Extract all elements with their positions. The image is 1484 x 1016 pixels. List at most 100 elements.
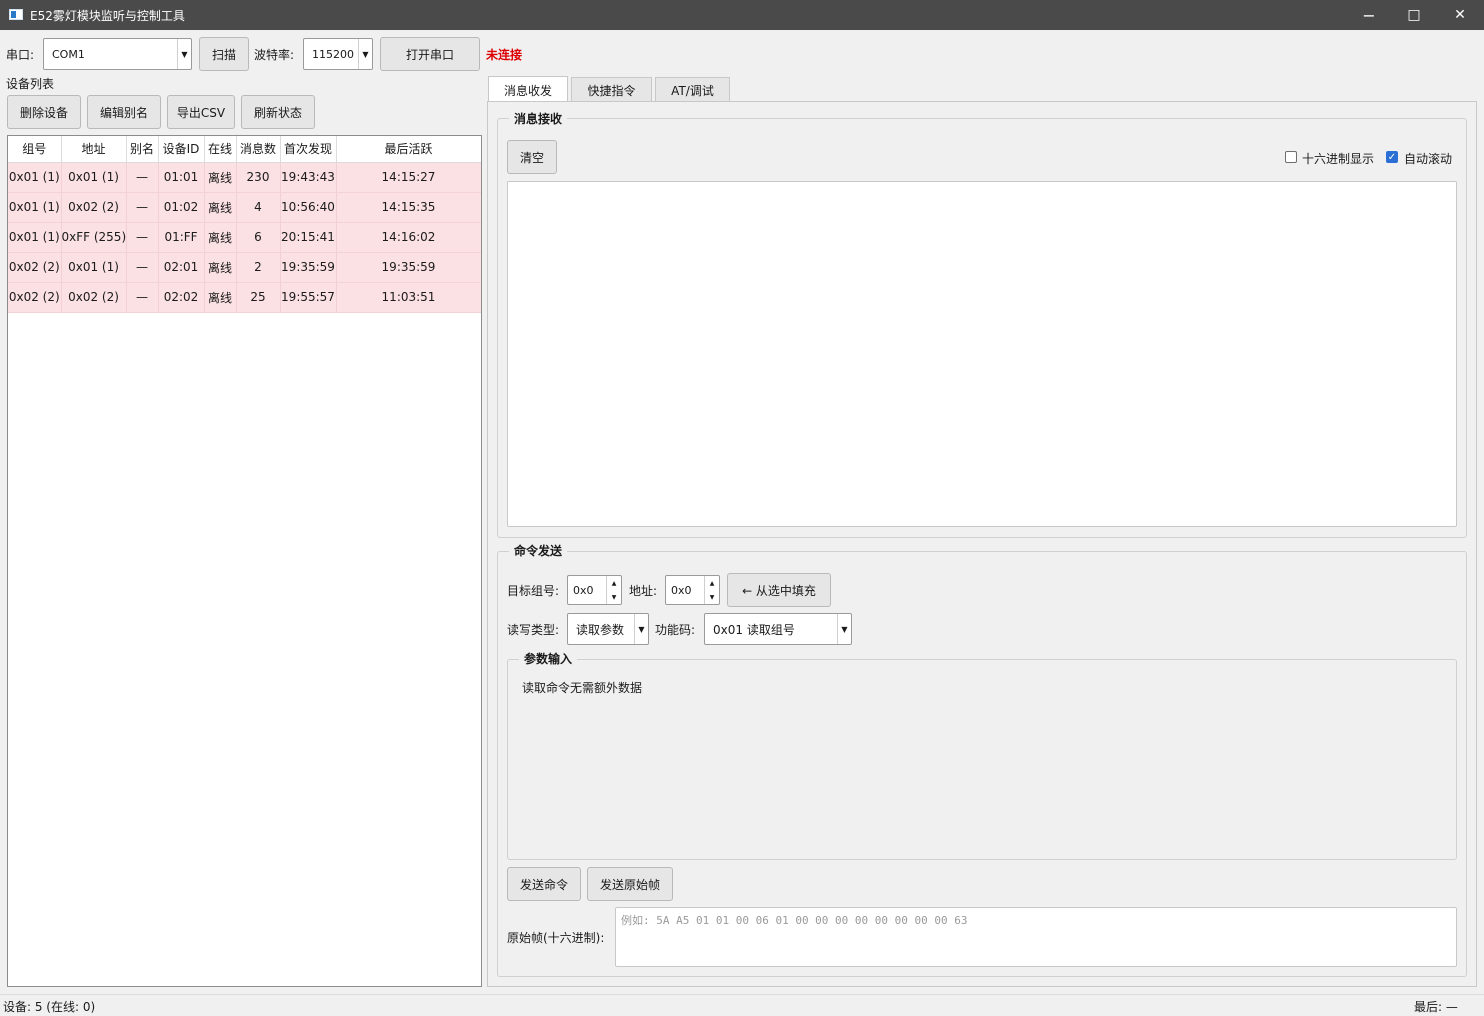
cell-first-seen: 20:15:41 bbox=[280, 222, 337, 253]
rw-type-select[interactable]: 读取参数 ▼ bbox=[567, 613, 649, 645]
param-hint: 读取命令无需额外数据 bbox=[522, 681, 643, 695]
cell-group: 0x01 (1) bbox=[8, 222, 62, 253]
cell-group: 0x02 (2) bbox=[8, 282, 62, 313]
column-header-first-seen[interactable]: 首次发现 bbox=[280, 136, 337, 163]
minimize-button[interactable]: − bbox=[1346, 0, 1392, 30]
address-label: 地址: bbox=[629, 584, 658, 598]
port-select-value: COM1 bbox=[52, 47, 85, 61]
cell-group: 0x02 (2) bbox=[8, 252, 62, 283]
hex-display-label: 十六进制显示 bbox=[1302, 152, 1375, 166]
target-group-label: 目标组号: bbox=[507, 584, 560, 598]
spin-down-icon[interactable]: ▼ bbox=[704, 590, 719, 604]
param-group bbox=[507, 659, 1457, 860]
baud-label: 波特率: bbox=[254, 48, 295, 62]
cell-address: 0xFF (255) bbox=[61, 222, 127, 253]
export-csv-button[interactable]: 导出CSV bbox=[167, 95, 235, 129]
cell-group: 0x01 (1) bbox=[8, 192, 62, 223]
rw-type-label: 读写类型: bbox=[507, 623, 560, 637]
chevron-down-icon: ▼ bbox=[177, 39, 191, 69]
cell-device-id: 01:02 bbox=[158, 192, 205, 223]
cell-address: 0x02 (2) bbox=[61, 282, 127, 313]
hex-display-checkbox[interactable] bbox=[1285, 151, 1297, 163]
table-row[interactable]: 0x01 (1) 0xFF (255) — 01:FF 离线 6 20:15:4… bbox=[8, 222, 481, 253]
cell-alias: — bbox=[126, 222, 159, 253]
table-row[interactable]: 0x01 (1) 0x02 (2) — 01:02 离线 4 10:56:40 … bbox=[8, 192, 481, 223]
port-select[interactable]: COM1 ▼ bbox=[43, 38, 192, 70]
target-group-value: 0x0 bbox=[573, 583, 594, 597]
status-device-count: 设备: 5 (在线: 0) bbox=[3, 1000, 96, 1014]
connection-status: 未连接 bbox=[486, 48, 523, 62]
open-port-button[interactable]: 打开串口 bbox=[380, 37, 480, 71]
cell-online: 离线 bbox=[204, 252, 237, 283]
raw-frame-label: 原始帧(十六进制): bbox=[507, 931, 605, 945]
raw-frame-input[interactable]: 例如: 5A A5 01 01 00 06 01 00 00 00 00 00 … bbox=[615, 907, 1457, 967]
target-group-spinbox[interactable]: 0x0 ▲ ▼ bbox=[567, 575, 622, 605]
column-header-online[interactable]: 在线 bbox=[204, 136, 237, 163]
param-group-title: 参数输入 bbox=[519, 650, 578, 667]
cell-msg-count: 4 bbox=[236, 192, 281, 223]
function-code-label: 功能码: bbox=[655, 623, 696, 637]
cell-last-active: 14:15:35 bbox=[336, 192, 481, 223]
cell-msg-count: 25 bbox=[236, 282, 281, 313]
port-label: 串口: bbox=[6, 48, 35, 62]
send-group-title: 命令发送 bbox=[509, 542, 568, 559]
address-spinbox[interactable]: 0x0 ▲ ▼ bbox=[665, 575, 720, 605]
chevron-down-icon: ▼ bbox=[358, 39, 372, 69]
receive-log[interactable] bbox=[507, 181, 1457, 527]
send-raw-frame-button[interactable]: 发送原始帧 bbox=[587, 867, 673, 901]
rw-type-value: 读取参数 bbox=[576, 622, 625, 637]
cell-msg-count: 2 bbox=[236, 252, 281, 283]
cell-device-id: 01:01 bbox=[158, 162, 205, 193]
tab-quick-commands[interactable]: 快捷指令 bbox=[571, 77, 652, 102]
column-header-msg-count[interactable]: 消息数 bbox=[236, 136, 281, 163]
device-table[interactable]: 组号 地址 别名 设备ID 在线 消息数 首次发现 最后活跃 0x01 (1) … bbox=[7, 135, 482, 987]
baud-select[interactable]: 115200 ▼ bbox=[303, 38, 373, 70]
column-header-group[interactable]: 组号 bbox=[8, 136, 62, 163]
maximize-button[interactable]: □ bbox=[1391, 0, 1437, 30]
chevron-down-icon: ▼ bbox=[634, 614, 648, 644]
send-command-button[interactable]: 发送命令 bbox=[507, 867, 581, 901]
edit-alias-button[interactable]: 编辑别名 bbox=[87, 95, 161, 129]
spin-down-icon[interactable]: ▼ bbox=[606, 590, 621, 604]
table-row[interactable]: 0x02 (2) 0x02 (2) — 02:02 离线 25 19:55:57… bbox=[8, 282, 481, 313]
cell-alias: — bbox=[126, 282, 159, 313]
table-row[interactable]: 0x02 (2) 0x01 (1) — 02:01 离线 2 19:35:59 … bbox=[8, 252, 481, 283]
refresh-status-button[interactable]: 刷新状态 bbox=[241, 95, 315, 129]
close-button[interactable]: ✕ bbox=[1437, 0, 1483, 30]
cell-first-seen: 10:56:40 bbox=[280, 192, 337, 223]
cell-group: 0x01 (1) bbox=[8, 162, 62, 193]
fill-from-selection-button[interactable]: ← 从选中填充 bbox=[727, 573, 831, 607]
function-code-value: 0x01 读取组号 bbox=[713, 622, 795, 637]
cell-last-active: 14:15:27 bbox=[336, 162, 481, 193]
column-header-last-active[interactable]: 最后活跃 bbox=[336, 136, 481, 163]
cell-online: 离线 bbox=[204, 192, 237, 223]
function-code-select[interactable]: 0x01 读取组号 ▼ bbox=[704, 613, 852, 645]
cell-alias: — bbox=[126, 162, 159, 193]
window-title: E52雾灯模块监听与控制工具 bbox=[30, 9, 185, 23]
tab-at-debug[interactable]: AT/调试 bbox=[655, 77, 730, 102]
receive-group-title: 消息接收 bbox=[509, 110, 568, 127]
autoscroll-checkbox[interactable]: ✓ bbox=[1386, 151, 1398, 163]
column-header-alias[interactable]: 别名 bbox=[126, 136, 159, 163]
tab-messages[interactable]: 消息收发 bbox=[488, 76, 568, 103]
clear-button[interactable]: 清空 bbox=[507, 140, 557, 174]
cell-device-id: 02:01 bbox=[158, 252, 205, 283]
chevron-down-icon: ▼ bbox=[837, 614, 851, 644]
cell-msg-count: 230 bbox=[236, 162, 281, 193]
cell-first-seen: 19:43:43 bbox=[280, 162, 337, 193]
device-list-title: 设备列表 bbox=[6, 77, 55, 91]
spin-up-icon[interactable]: ▲ bbox=[704, 576, 719, 590]
cell-online: 离线 bbox=[204, 222, 237, 253]
scan-button[interactable]: 扫描 bbox=[199, 37, 249, 71]
spin-up-icon[interactable]: ▲ bbox=[606, 576, 621, 590]
status-bar: 设备: 5 (在线: 0) 最后: — bbox=[0, 994, 1484, 1016]
column-header-device-id[interactable]: 设备ID bbox=[158, 136, 205, 163]
status-last-time: 最后: — bbox=[1414, 1000, 1458, 1014]
cell-msg-count: 6 bbox=[236, 222, 281, 253]
table-row[interactable]: 0x01 (1) 0x01 (1) — 01:01 离线 230 19:43:4… bbox=[8, 162, 481, 193]
cell-device-id: 02:02 bbox=[158, 282, 205, 313]
title-bar: E52雾灯模块监听与控制工具 − □ ✕ bbox=[0, 0, 1484, 30]
delete-device-button[interactable]: 删除设备 bbox=[7, 95, 81, 129]
column-header-address[interactable]: 地址 bbox=[61, 136, 127, 163]
cell-address: 0x01 (1) bbox=[61, 162, 127, 193]
